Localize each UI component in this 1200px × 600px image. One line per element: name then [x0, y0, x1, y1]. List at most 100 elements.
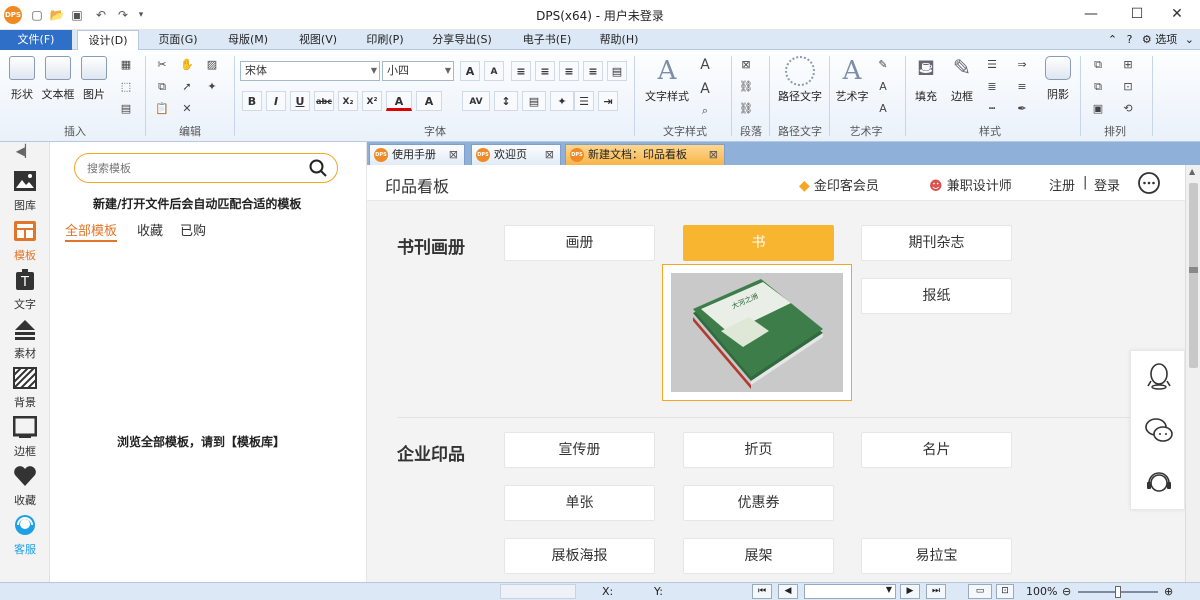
insert-misc-icon[interactable]: ⬚: [116, 78, 136, 96]
template-search-input[interactable]: [87, 160, 287, 176]
doc-tab-print-board[interactable]: DPS 新建文档：印品看板 ⊠: [565, 144, 725, 165]
menu-master[interactable]: 母版(M): [218, 30, 278, 50]
eyedropper-icon[interactable]: ✒: [1012, 100, 1032, 118]
scrollbar-thumb[interactable]: [1189, 183, 1198, 368]
align-center-button[interactable]: ≡: [535, 61, 555, 81]
prev-page-button[interactable]: ◀: [778, 584, 798, 599]
art-edit-icon[interactable]: ✎: [873, 56, 893, 74]
category-rollup-banner[interactable]: 易拉宝: [861, 538, 1012, 574]
delete-icon[interactable]: ✕: [177, 100, 197, 118]
tab-favorites[interactable]: 收藏: [137, 220, 163, 242]
shadow-button[interactable]: 阴影: [1040, 56, 1076, 102]
justify-button[interactable]: ≡: [583, 61, 603, 81]
link-break-icon[interactable]: ⛓: [736, 100, 756, 118]
text-effect-button[interactable]: ✦: [550, 91, 574, 111]
menu-ebook[interactable]: 电子书(E): [512, 30, 582, 50]
zoom-out-button[interactable]: ⊖: [1062, 585, 1071, 598]
distribute-button[interactable]: ▤: [607, 61, 627, 81]
category-folded-leaflet[interactable]: 折页: [683, 432, 834, 468]
sidebar-item-favorites[interactable]: 收藏: [0, 465, 50, 508]
table-icon[interactable]: ▦: [116, 56, 136, 74]
fill-button[interactable]: ⛾ 填充: [908, 56, 944, 104]
font-name-select[interactable]: 宋体 ▼: [240, 61, 380, 81]
shape-button[interactable]: 形状: [4, 56, 40, 102]
chat-icon[interactable]: [1137, 171, 1161, 195]
fit-page-icon[interactable]: ⊡: [996, 584, 1014, 599]
sidebar-item-background[interactable]: 背景: [0, 367, 50, 410]
sidebar-item-template[interactable]: 模板: [0, 220, 50, 263]
designer-link[interactable]: ☻ 兼职设计师: [929, 175, 1012, 194]
category-coupon[interactable]: 优惠券: [683, 485, 834, 521]
copy-icon[interactable]: ⧉: [152, 78, 172, 96]
sidebar-item-text[interactable]: T 文字: [0, 269, 50, 312]
doc-tab-manual[interactable]: DPS 使用手册 ⊠: [369, 144, 465, 165]
superscript-button[interactable]: X²: [362, 91, 382, 111]
vip-link[interactable]: ◆ 金印客会员: [799, 175, 879, 194]
subscript-button[interactable]: X₂: [338, 91, 358, 111]
category-poster[interactable]: 展板海报: [504, 538, 655, 574]
menu-view[interactable]: 视图(V): [288, 30, 348, 50]
italic-button[interactable]: I: [266, 91, 286, 111]
category-newspaper[interactable]: 报纸: [861, 278, 1012, 314]
line-spacing-button[interactable]: ↕: [494, 91, 518, 111]
text-search-icon[interactable]: ⌕: [695, 102, 715, 120]
spacing-button[interactable]: AV: [462, 91, 490, 111]
art-effect-icon[interactable]: A: [873, 100, 893, 118]
align-objects-icon[interactable]: ⊞: [1118, 56, 1138, 74]
underline-button[interactable]: U: [290, 91, 310, 111]
sidebar-item-border[interactable]: 边框: [0, 415, 50, 459]
font-size-select[interactable]: 小四 ▼: [382, 61, 454, 81]
cut-icon[interactable]: ✂: [152, 56, 172, 74]
category-album[interactable]: 画册: [504, 225, 655, 261]
search-icon[interactable]: [309, 159, 327, 177]
tab-purchased[interactable]: 已购: [180, 220, 206, 242]
help-icon[interactable]: ?: [1127, 33, 1133, 46]
list-button[interactable]: ☰: [574, 91, 594, 111]
doc-tab-welcome[interactable]: DPS 欢迎页 ⊠: [471, 144, 561, 165]
category-display-stand[interactable]: 展架: [683, 538, 834, 574]
zoom-slider-thumb[interactable]: [1115, 586, 1121, 598]
zoom-in-button[interactable]: ⊕: [1164, 585, 1173, 598]
login-link[interactable]: 登录: [1094, 175, 1120, 194]
strikethrough-button[interactable]: abc: [314, 91, 334, 111]
grow-font-button[interactable]: A: [460, 61, 480, 81]
align-left-button[interactable]: ≡: [511, 61, 531, 81]
highlight-button[interactable]: A: [416, 91, 442, 111]
art-text-button[interactable]: A 艺术字: [832, 56, 872, 104]
close-icon[interactable]: ⊠: [709, 145, 718, 164]
next-page-button[interactable]: ▶: [900, 584, 920, 599]
text-outline-icon[interactable]: A: [695, 56, 715, 74]
send-backward-icon[interactable]: ⧉: [1088, 78, 1108, 96]
picture-button[interactable]: 图片: [76, 56, 112, 102]
menu-design[interactable]: 设计(D): [77, 30, 139, 51]
line-style-icon[interactable]: ☰: [982, 56, 1002, 74]
template-library-hint[interactable]: 浏览全部模板，请到【模板库】: [117, 433, 285, 450]
paragraph-format-button[interactable]: ▤: [522, 91, 546, 111]
line-dash-icon[interactable]: ┅: [982, 100, 1002, 118]
wechat-icon[interactable]: [1144, 415, 1174, 445]
text-fill-icon[interactable]: A: [695, 80, 715, 98]
paragraph-box-icon[interactable]: ⊠: [736, 56, 756, 74]
category-business-card[interactable]: 名片: [861, 432, 1012, 468]
page-select[interactable]: ▼: [804, 584, 896, 599]
close-icon[interactable]: ⊠: [545, 145, 554, 164]
rotate-icon[interactable]: ⟲: [1118, 100, 1138, 118]
menu-share-export[interactable]: 分享导出(S): [425, 30, 499, 50]
book-preview-popup[interactable]: 大河之洲: [662, 264, 852, 401]
line-weight-icon[interactable]: ≣: [982, 78, 1002, 96]
register-link[interactable]: 注册: [1049, 175, 1075, 194]
paste-icon[interactable]: 📋: [152, 100, 172, 118]
link-icon[interactable]: ⛓: [736, 78, 756, 96]
customer-service-headset-icon[interactable]: [1144, 467, 1174, 497]
text-style-button[interactable]: A 文字样式: [642, 56, 692, 104]
path-text-button[interactable]: 路径文字: [774, 56, 826, 104]
art-shape-icon[interactable]: A: [873, 78, 893, 96]
menu-help[interactable]: 帮助(H): [590, 30, 648, 50]
first-page-button[interactable]: ⏮: [752, 584, 772, 599]
arrow-style-icon[interactable]: ⇒: [1012, 56, 1032, 74]
category-flyer[interactable]: 单张: [504, 485, 655, 521]
collapse-ribbon-icon[interactable]: ⌃: [1108, 33, 1117, 46]
image-edit-icon[interactable]: ▨: [202, 56, 222, 74]
line-end-icon[interactable]: ≡: [1012, 78, 1032, 96]
select-arrow-icon[interactable]: ➚: [177, 78, 197, 96]
